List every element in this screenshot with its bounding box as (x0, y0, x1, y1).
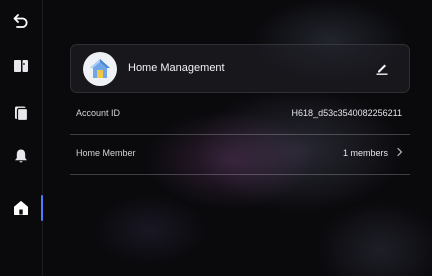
home-icon (14, 201, 28, 215)
bell-icon (15, 149, 27, 163)
account-id-label: Account ID (76, 108, 121, 118)
card-stack-icon (15, 106, 29, 122)
panel-icon (14, 60, 28, 72)
sidebar-item-home[interactable] (0, 193, 43, 223)
sidebar-item-notifications[interactable] (0, 141, 42, 171)
sidebar-item-messages[interactable] (0, 98, 42, 128)
home-member-label: Home Member (76, 148, 136, 158)
sidebar-item-devices[interactable] (0, 51, 42, 81)
home-management-screen: Home Management Account ID H618_d53c3540… (0, 0, 432, 276)
back-button[interactable] (0, 6, 42, 36)
home-name-label: Home Management (128, 62, 225, 74)
account-id-row: Account ID H618_d53c3540082256211 (70, 94, 410, 135)
home-card[interactable]: Home Management (70, 44, 410, 93)
home-member-row[interactable]: Home Member 1 members (70, 134, 410, 175)
sidebar (0, 0, 43, 276)
back-arrow-icon (13, 14, 28, 28)
home-member-count: 1 members (342, 148, 388, 158)
chevron-right-icon (397, 147, 403, 157)
account-id-value: H618_d53c3540082256211 (291, 108, 402, 118)
edit-pencil-icon[interactable] (374, 60, 390, 76)
house-avatar-icon (83, 52, 117, 86)
